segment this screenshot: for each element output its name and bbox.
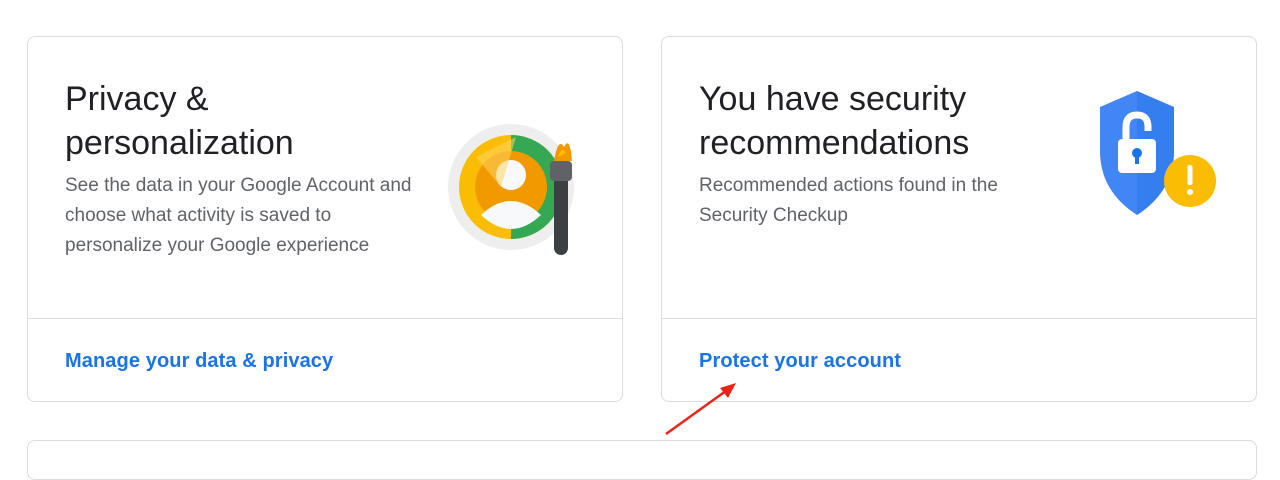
privacy-card-divider <box>28 318 622 319</box>
privacy-card-description: See the data in your Google Account and … <box>65 175 412 256</box>
shield-lock-warning-icon <box>1100 91 1216 215</box>
security-card-body[interactable]: You have security recommendations Recomm… <box>662 37 1256 318</box>
next-card <box>27 440 1257 480</box>
security-card-description: Recommended actions found in the Securit… <box>699 175 998 226</box>
security-card: You have security recommendations Recomm… <box>661 36 1257 402</box>
privacy-card-title: Privacy & personalization <box>65 80 294 162</box>
security-card-title: You have security recommendations <box>699 80 970 162</box>
security-card-divider <box>662 318 1256 319</box>
manage-data-privacy-link[interactable]: Manage your data & privacy <box>65 347 333 375</box>
protect-account-link[interactable]: Protect your account <box>699 347 901 375</box>
annotation-arrow-icon <box>665 383 736 436</box>
privacy-card: Privacy & personalization See the data i… <box>27 36 623 402</box>
privacy-card-body[interactable]: Privacy & personalization See the data i… <box>28 37 622 318</box>
privacy-paintbrush-icon <box>448 124 574 255</box>
